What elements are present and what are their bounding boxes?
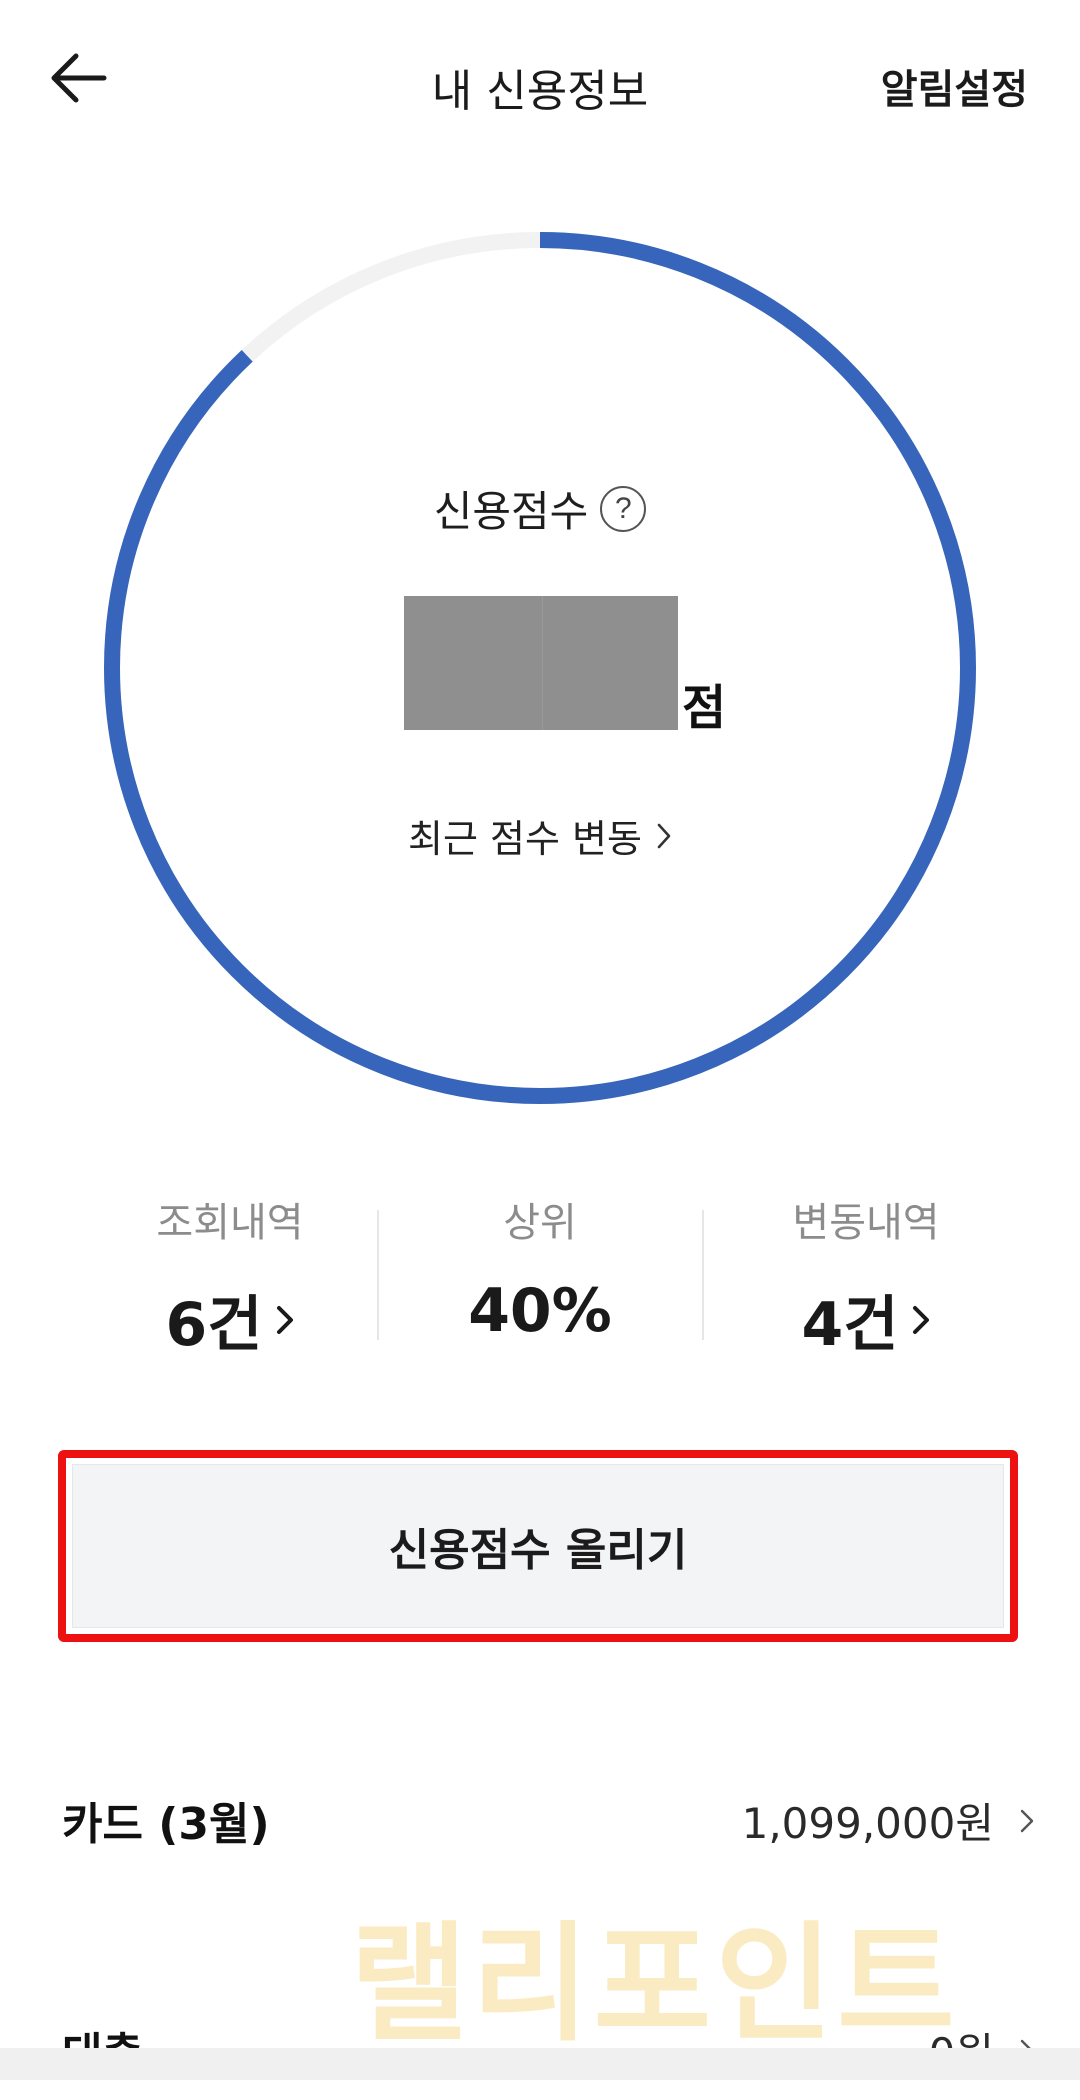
question-circle-icon[interactable]: ? [600,485,647,532]
recent-score-change-label: 최근 점수 변동 [408,817,642,861]
score-unit: 점 [682,680,727,736]
summary-row-loan[interactable]: 대출 0원 [0,1990,1080,2100]
stat-value: 4건 [801,1290,899,1360]
app-header: 내 신용정보 알림설정 [0,0,1080,160]
back-button[interactable] [40,40,116,116]
summary-value: 1,099,000원 [741,1799,994,1848]
score-value-redacted [404,596,678,730]
chevron-right-icon [657,823,671,848]
redaction-seam [542,596,543,730]
stat-value: 6건 [165,1290,263,1360]
stats-divider [702,1210,704,1340]
summary-row-card[interactable]: 카드 (3월) 1,099,000원 [0,1760,1080,1870]
chevron-right-icon [277,1305,294,1334]
chevron-right-icon [913,1305,930,1334]
chevron-right-icon [1020,1809,1034,1832]
stats-row: 조회내역 6건 상위 40% 변동내역 4건 [0,1190,1080,1360]
stat-changes[interactable]: 변동내역 4건 [716,1190,1016,1363]
score-label: 신용점수 [433,487,589,536]
raise-credit-score-button[interactable]: 신용점수 올리기 [72,1464,1004,1628]
arrow-left-icon [51,53,107,103]
summary-label: 카드 (3월) [62,1799,270,1850]
stats-divider [377,1210,379,1340]
recent-score-change-link[interactable]: 최근 점수 변동 [0,808,1080,863]
bottom-overlay-bar [0,2048,1080,2080]
stat-rank: 상위 40% [390,1190,690,1346]
stat-label: 상위 [503,1200,577,1246]
alarm-settings-link[interactable]: 알림설정 [881,57,1028,115]
stat-label: 조회내역 [156,1200,304,1246]
stat-label: 변동내역 [792,1200,940,1246]
score-label-row: 신용점수 ? [0,478,1080,539]
stat-inquiries[interactable]: 조회내역 6건 [80,1190,380,1363]
stat-value: 40% [468,1276,612,1346]
